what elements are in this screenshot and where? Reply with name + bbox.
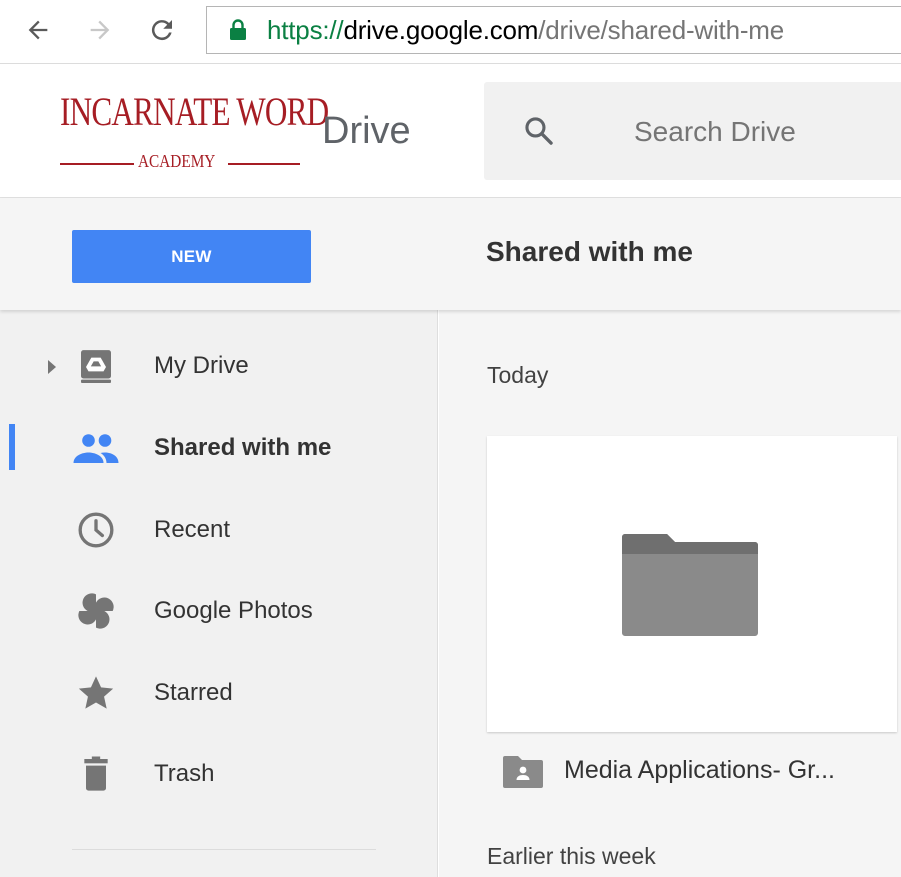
shared-folder-icon [503, 756, 543, 788]
star-icon [72, 673, 120, 713]
sidebar-item-label: Google Photos [154, 597, 313, 624]
school-logo[interactable]: INCARNATE WORD ACADEMY [60, 90, 329, 171]
folder-icon [622, 534, 758, 636]
app-header: INCARNATE WORD ACADEMY Drive Search Driv… [0, 64, 901, 198]
sidebar-item-shared-with-me[interactable]: Shared with me [0, 418, 437, 478]
forward-button[interactable] [84, 10, 116, 50]
expand-arrow-icon[interactable] [48, 360, 56, 374]
browser-toolbar: https://drive.google.com/drive/shared-wi… [0, 0, 901, 64]
trash-icon [72, 754, 120, 794]
reload-button[interactable] [146, 10, 178, 50]
forward-arrow-icon [90, 20, 110, 40]
back-arrow-icon [28, 20, 48, 40]
lock-icon [230, 19, 246, 40]
sidebar-item-starred[interactable]: Starred [0, 663, 437, 723]
sidebar-item-recent[interactable]: Recent [0, 500, 437, 560]
address-bar[interactable]: https://drive.google.com/drive/shared-wi… [206, 6, 901, 54]
group-label-earlier-this-week: Earlier this week [487, 843, 656, 869]
search-input[interactable]: Search Drive [634, 116, 796, 148]
main-content: Today Media Applications- Gr... Earlier … [439, 310, 901, 877]
sub-header: NEW Shared with me [0, 198, 901, 310]
sidebar-item-my-drive[interactable]: My Drive [0, 336, 437, 396]
people-icon [72, 428, 120, 468]
group-label-today: Today [487, 362, 549, 388]
page-title: Shared with me [486, 236, 693, 267]
url-scheme: https:// [267, 15, 344, 45]
url-host: drive.google.com [343, 15, 539, 45]
sidebar: My Drive Shared with me Recent Google Ph… [0, 310, 438, 877]
pinwheel-icon [72, 591, 120, 631]
search-bar[interactable]: Search Drive [484, 82, 901, 180]
sidebar-item-google-photos[interactable]: Google Photos [0, 581, 437, 641]
sidebar-divider [72, 849, 376, 850]
url-text: https://drive.google.com/drive/shared-wi… [267, 15, 784, 46]
url-path: /drive/shared-with-me [538, 15, 785, 45]
folder-name: Media Applications- Gr... [564, 756, 835, 784]
new-button[interactable]: NEW [72, 230, 311, 283]
sidebar-item-label: Starred [154, 679, 233, 706]
sidebar-item-trash[interactable]: Trash [0, 744, 437, 804]
logo-sub-text: ACADEMY [138, 151, 216, 171]
logo-rule-right [228, 163, 300, 165]
back-button[interactable] [22, 10, 54, 50]
sidebar-item-label: My Drive [154, 352, 249, 379]
sidebar-item-label: Trash [154, 760, 215, 787]
folder-card[interactable] [487, 436, 897, 732]
folder-name-row[interactable]: Media Applications- Gr... [503, 752, 901, 788]
clock-icon [72, 510, 120, 550]
logo-rule-left [60, 163, 134, 165]
sidebar-item-label: Shared with me [154, 434, 332, 461]
logo-main-text: INCARNATE WORD [60, 89, 329, 134]
active-indicator [9, 424, 15, 470]
reload-icon [151, 20, 172, 41]
search-icon[interactable] [522, 114, 556, 148]
app-name[interactable]: Drive [322, 110, 411, 153]
sidebar-item-label: Recent [154, 516, 231, 543]
my-drive-icon [72, 346, 120, 386]
